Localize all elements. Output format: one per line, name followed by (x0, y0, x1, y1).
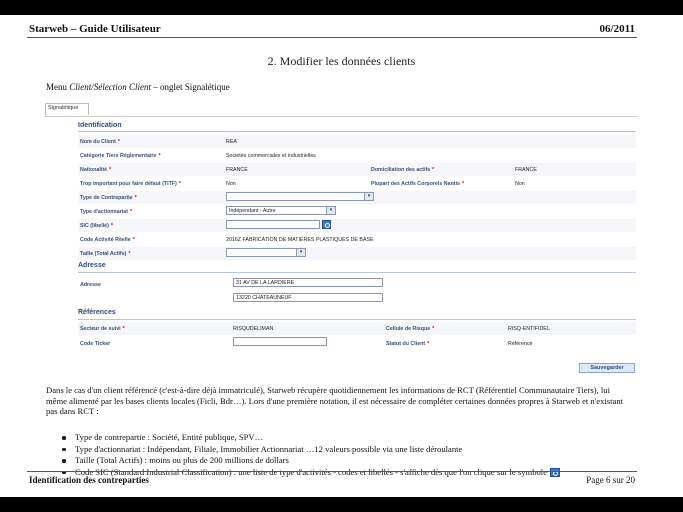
code-ticker-input[interactable] (233, 337, 327, 346)
statut-value: Référencé (508, 341, 533, 347)
form-row-bg (78, 247, 636, 260)
cellule-value: RISQ-ENTIFIDEL (508, 326, 550, 332)
statut-label: Statut du Client * (386, 341, 430, 347)
titf-value: Non (226, 181, 236, 187)
sic-input[interactable] (226, 220, 320, 229)
form-row-bg (78, 322, 636, 335)
taille-select[interactable]: ▾ (226, 248, 306, 257)
categorie-label: Catégorie Tiers Réglementaire * (80, 153, 161, 159)
domiciliation-value: FRANCE (515, 167, 537, 173)
type-actionnariat-select[interactable]: Indépendant - Autre ▾ (226, 206, 336, 215)
sic-label: SIC (libellé) * (80, 223, 113, 229)
header-date: 06/2011 (599, 23, 635, 35)
list-item: Taille (Total Actifs) : moins ou plus de… (62, 455, 642, 467)
group-divider (78, 272, 636, 273)
chevron-down-icon: ▾ (296, 249, 305, 256)
cellule-label: Cellule de Risque * (386, 326, 435, 332)
categorie-value: Sociétés commerciales et industrielles (226, 153, 316, 159)
type-actionnariat-label: Type d'actionnariat * (80, 209, 133, 215)
actifs-nantis-value: Non (515, 181, 525, 187)
code-ticker-label: Code Ticker (80, 341, 111, 347)
page-header: Starweb – Guide Utilisateur 06/2011 (27, 21, 637, 38)
group-divider (78, 131, 636, 132)
footer-section: Identification des contreparties (29, 475, 149, 485)
group-references-title: Références (78, 309, 116, 316)
nationalite-label: Nationalité * (80, 167, 112, 173)
titf-label: Trop important pour faire défaut (TITF) * (80, 181, 181, 187)
header-title: Starweb – Guide Utilisateur (29, 23, 161, 35)
menu-path: Client/Sélection Client (69, 82, 151, 92)
nom-client-label: Nom du Client * (80, 139, 120, 145)
code-activite-value: 2016Z FABRICATION DE MATIERES PLASTIQUES… (226, 237, 374, 243)
footer-page-number: Page 6 sur 20 (586, 475, 635, 485)
group-identification-title: Identification (78, 122, 122, 129)
list-item: Type d'actionnariat : Indépendant, Filia… (62, 444, 642, 456)
form-row-bg (78, 219, 636, 232)
secteur-value: RISQUDELIMAN (233, 326, 274, 332)
sic-search-icon[interactable] (322, 220, 331, 229)
adresse-line2-input[interactable]: 13220 CHATEAUNEUF (233, 293, 383, 302)
adresse-line1-input[interactable]: 31 AV DE LA LARDIERE (233, 278, 383, 287)
domiciliation-label: Domiciliation des actifs * (371, 167, 435, 173)
nationalite-value: FRANCE (226, 167, 248, 173)
adresse-label: Adresse (80, 282, 101, 288)
menu-prefix: Menu (46, 82, 70, 92)
tab-signaletique[interactable]: Signalétique (45, 103, 89, 115)
type-contrepartie-label: Type de Contrepartie * (80, 195, 137, 201)
form-row-bg (78, 163, 636, 176)
actifs-nantis-label: Plupart des Actifs Corporels Nantis * (371, 181, 465, 187)
type-contrepartie-select[interactable]: ▾ (226, 192, 374, 201)
code-activite-label: Code Activité Réelle * (80, 237, 135, 243)
secteur-label: Secteur de suivi * (80, 326, 125, 332)
form-row-bg (78, 135, 636, 148)
page-footer: Identification des contreparties Page 6 … (27, 471, 637, 488)
menu-suffix: – onglet Signalétique (150, 82, 230, 92)
menu-path-line: Menu Client/Sélection Client – onglet Si… (46, 82, 230, 92)
taille-label: Taille (Total Actifs) * (80, 251, 131, 257)
chevron-down-icon: ▾ (364, 193, 373, 200)
chevron-down-icon: ▾ (326, 207, 335, 214)
save-button[interactable]: Sauvegarder (579, 363, 635, 373)
group-divider (78, 319, 636, 320)
nom-client-value: REA (226, 139, 237, 145)
document-page: Starweb – Guide Utilisateur 06/2011 2. M… (0, 15, 683, 497)
client-form: Identification Nom du Client * REA Catégo… (44, 116, 638, 373)
section-title: 2. Modifier les données clients (267, 54, 416, 68)
body-paragraph: Dans le cas d'un client référencé (c'est… (46, 385, 624, 417)
group-adresse-title: Adresse (78, 262, 106, 269)
list-item: Type de contrepartie : Société, Entité p… (62, 432, 642, 444)
